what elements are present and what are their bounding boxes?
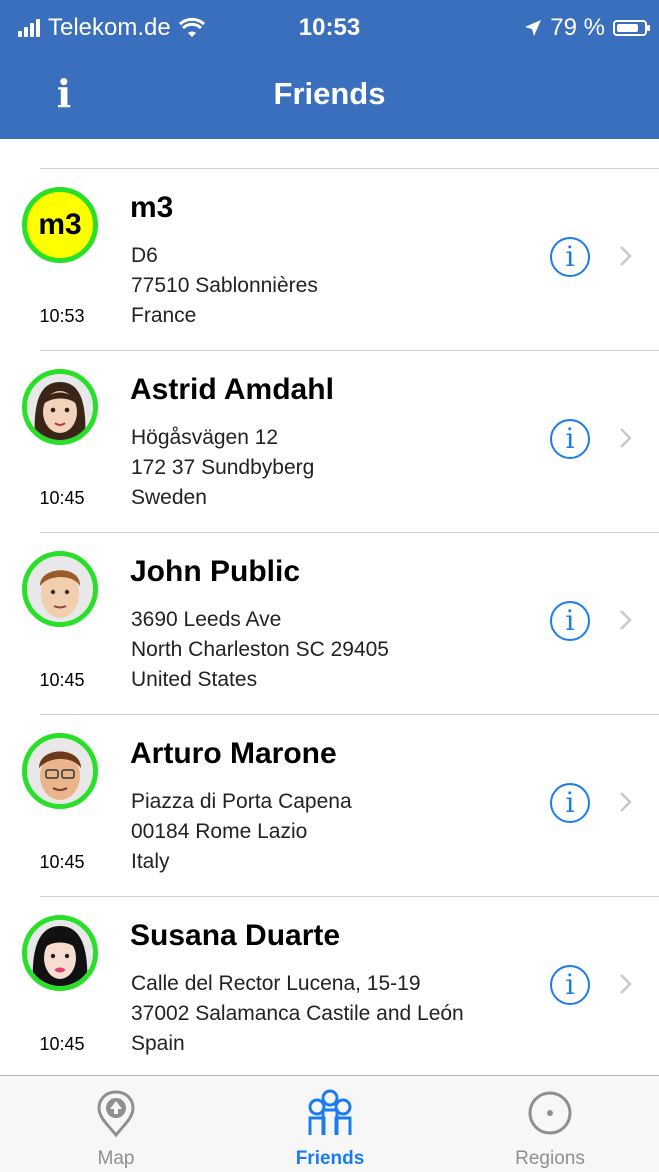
detail-info-icon[interactable]: i (550, 783, 590, 823)
location-arrow-icon (525, 20, 542, 36)
avatar (22, 733, 98, 809)
address-line: Italy (131, 850, 170, 873)
friend-address: 3690 Leeds Ave North Charleston SC 29405… (131, 605, 389, 695)
friend-address: Högåsvägen 12 172 37 Sundbyberg Sweden (131, 423, 314, 513)
address-line: United States (131, 668, 258, 691)
last-seen-time: 10:45 (39, 488, 85, 508)
avatar-face-icon (27, 920, 93, 986)
avatar-face-icon (27, 556, 93, 622)
address-line: D6 (131, 244, 158, 267)
friend-row[interactable]: 10:45 Susana Duarte Calle del Rector Luc… (22, 896, 659, 1078)
chevron-right-icon (620, 610, 632, 630)
tab-bar: Map Friends Regions (0, 1075, 659, 1172)
chevron-right-icon (620, 974, 632, 994)
avatar (22, 915, 98, 991)
friends-list: m3 10:53 m3 D6 77510 Sablonnières France… (0, 168, 659, 1078)
friends-icon (308, 1089, 352, 1135)
status-bar: Telekom.de 10:53 79 % (0, 0, 659, 58)
friend-address: Calle del Rector Lucena, 15-19 37002 Sal… (131, 969, 464, 1059)
friend-row[interactable]: m3 10:53 m3 D6 77510 Sablonnières France… (22, 168, 659, 350)
last-seen-time: 10:45 (39, 670, 85, 690)
avatar: m3 (22, 187, 98, 263)
address-line: 172 37 Sundbyberg (131, 456, 315, 479)
top-bar: Telekom.de 10:53 79 % i Friends (0, 0, 659, 139)
tab-friends[interactable]: Friends (250, 1076, 410, 1172)
detail-info-icon[interactable]: i (550, 419, 590, 459)
address-line: 3690 Leeds Ave (131, 608, 282, 631)
friend-row[interactable]: 10:45 Astrid Amdahl Högåsvägen 12 172 37… (22, 350, 659, 532)
tab-label: Friends (295, 1148, 365, 1169)
friend-name: John Public (130, 555, 301, 588)
last-seen-time: 10:53 (39, 306, 85, 326)
address-line: Calle del Rector Lucena, 15-19 (131, 972, 421, 995)
friend-name: Susana Duarte (130, 919, 341, 952)
friend-row[interactable]: 10:45 Arturo Marone Piazza di Porta Cape… (22, 714, 659, 896)
tab-map[interactable]: Map (36, 1076, 196, 1172)
detail-info-icon[interactable]: i (550, 237, 590, 277)
avatar (22, 551, 98, 627)
address-line: Högåsvägen 12 (131, 426, 279, 449)
last-seen-time: 10:45 (39, 852, 85, 872)
battery-percent: 79 % (550, 14, 605, 41)
chevron-right-icon (620, 246, 632, 266)
status-right: 79 % (524, 14, 650, 42)
friend-name: Astrid Amdahl (130, 373, 334, 406)
friend-name: m3 (130, 191, 174, 224)
regions-icon (528, 1091, 572, 1135)
tab-label: Regions (515, 1148, 585, 1169)
address-line: France (131, 304, 197, 327)
map-pin-icon (97, 1090, 135, 1138)
address-line: 77510 Sablonnières (131, 274, 318, 297)
last-seen-time: 10:45 (39, 1034, 85, 1054)
avatar-text: m3 (38, 208, 82, 241)
address-line: 37002 Salamanca Castile and León (131, 1002, 464, 1025)
avatar-face-icon (27, 738, 93, 804)
nav-bar: i Friends (0, 58, 659, 139)
avatar-face-icon (27, 374, 93, 440)
friend-name: Arturo Marone (130, 737, 337, 770)
detail-info-icon[interactable]: i (550, 965, 590, 1005)
chevron-right-icon (620, 792, 632, 812)
battery-icon (613, 20, 650, 36)
friend-row[interactable]: 10:45 John Public 3690 Leeds Ave North C… (22, 532, 659, 714)
address-line: Piazza di Porta Capena (131, 790, 352, 813)
chevron-right-icon (620, 428, 632, 448)
detail-info-icon[interactable]: i (550, 601, 590, 641)
tab-regions[interactable]: Regions (470, 1076, 630, 1172)
friend-address: D6 77510 Sablonnières France (131, 241, 318, 331)
address-line: 00184 Rome Lazio (131, 820, 308, 843)
friend-address: Piazza di Porta Capena 00184 Rome Lazio … (131, 787, 352, 877)
page-title: Friends (273, 76, 386, 111)
tab-label: Map (97, 1148, 135, 1169)
battery-fill (617, 24, 638, 32)
address-line: Spain (131, 1032, 185, 1055)
address-line: North Charleston SC 29405 (131, 638, 389, 661)
avatar (22, 369, 98, 445)
address-line: Sweden (131, 486, 207, 509)
